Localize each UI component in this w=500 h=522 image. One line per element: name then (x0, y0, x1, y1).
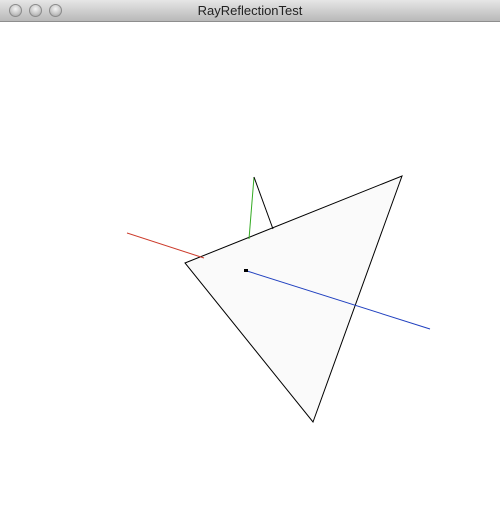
app-window: RayReflectionTest (0, 0, 500, 522)
reflected-ray-line (253, 176, 274, 230)
render-canvas[interactable] (0, 22, 500, 522)
incident-ray-line (126, 232, 205, 259)
title-bar[interactable]: RayReflectionTest (0, 0, 500, 22)
close-window-button[interactable] (9, 4, 22, 17)
minimize-window-button[interactable] (29, 4, 42, 17)
triangle-shape (184, 175, 403, 424)
window-title: RayReflectionTest (197, 3, 303, 18)
ray-origin-marker[interactable] (244, 269, 248, 272)
zoom-window-button[interactable] (49, 4, 62, 17)
surface-normal-line (248, 176, 255, 240)
